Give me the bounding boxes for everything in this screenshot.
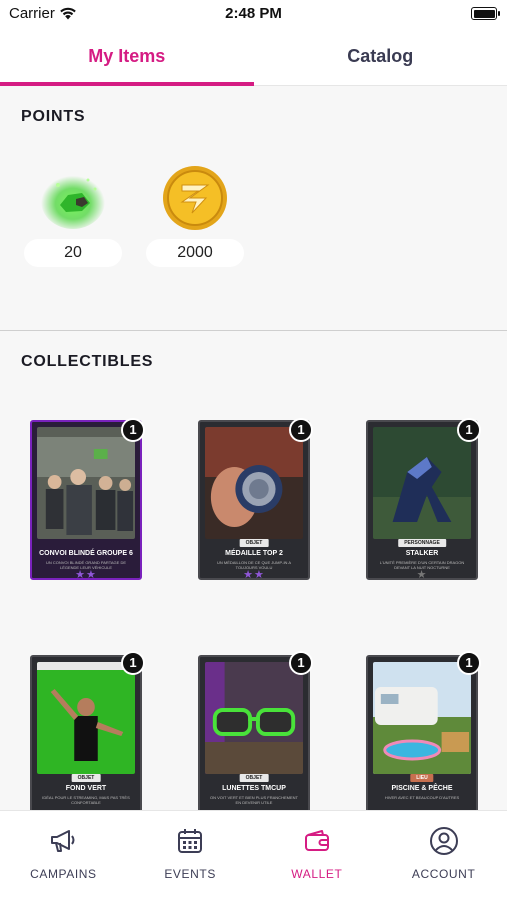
bottom-navigation: CAMPAINS EVENTS WALLET ACCOUNT [0, 810, 507, 900]
battery-icon [471, 7, 500, 20]
quantity-badge: 1 [289, 418, 313, 442]
card-artwork [373, 427, 471, 539]
tab-my-items-label: My Items [88, 46, 166, 66]
card-name: STALKER [405, 550, 439, 557]
card-type-tag: OBJET [71, 774, 101, 782]
rarity-stars: ★ [416, 569, 428, 581]
wallet-icon [301, 825, 333, 857]
card-name: PISCINE & PÊCHE [391, 785, 453, 792]
quantity-badge: 1 [457, 418, 481, 442]
megaphone-icon [47, 825, 79, 857]
collectibles-heading: COLLECTIBLES [21, 353, 154, 370]
nav-events[interactable]: EVENTS [127, 811, 254, 900]
collectible-card[interactable]: CONVOI BLINDÉ GROUPE 6 UN CONVOI BLINDÉ … [30, 420, 142, 581]
nav-campains-label: CAMPAINS [30, 867, 97, 881]
card-name: LUNETTES TMCUP [222, 785, 286, 792]
collectible-card[interactable]: OBJET LUNETTES TMCUP ON VOIT VERT ET BIE… [198, 655, 310, 815]
card-description: HIVER AVEC ET BEAUCOUP D'AUTRES [384, 795, 460, 800]
status-bar: Carrier 2:48 PM [0, 0, 507, 28]
nav-wallet-label: WALLET [291, 867, 343, 881]
card-artwork [205, 662, 303, 774]
tab-catalog-label: Catalog [347, 46, 414, 66]
card-type-tag: PERSONNAGE [398, 539, 446, 547]
nav-wallet[interactable]: WALLET [254, 811, 381, 900]
card-type-tag: OBJET [239, 774, 269, 782]
card-description: ON VOIT VERT ET BIEN PLUS FRANCHEMENT EN… [210, 795, 298, 805]
card-type-tag: LIEU [410, 774, 434, 782]
nav-account-label: ACCOUNT [411, 867, 476, 881]
tab-catalog[interactable]: Catalog [254, 28, 507, 85]
points-item-green[interactable]: 20 [24, 165, 122, 267]
quantity-badge: 1 [457, 651, 481, 675]
top-tabs: My Items Catalog [0, 28, 507, 86]
account-icon [428, 825, 460, 857]
card-name: MÉDAILLE TOP 2 [225, 550, 283, 557]
nav-campains[interactable]: CAMPAINS [0, 811, 127, 900]
calendar-icon [174, 825, 206, 857]
card-artwork [37, 427, 135, 539]
quantity-badge: 1 [289, 651, 313, 675]
collectible-card[interactable]: PERSONNAGE STALKER L'UNITÉ PREMIÈRE D'UN… [366, 420, 478, 581]
points-heading: POINTS [21, 108, 86, 125]
nav-events-label: EVENTS [164, 867, 216, 881]
points-value-coin: 2000 [146, 239, 244, 267]
collectible-card[interactable]: OBJET MÉDAILLE TOP 2 UN MÉDAILLON DE CE … [198, 420, 310, 581]
card-name: FOND VERT [65, 785, 107, 792]
tab-my-items[interactable]: My Items [0, 28, 254, 86]
green-gem-icon [38, 165, 108, 231]
points-item-coin[interactable]: 2000 [146, 165, 244, 267]
card-artwork [205, 427, 303, 539]
rarity-stars: ★★ [75, 569, 97, 581]
collectible-card[interactable]: LIEU PISCINE & PÊCHE HIVER AVEC ET BEAUC… [366, 655, 478, 815]
section-divider [0, 330, 507, 331]
collectible-card[interactable]: OBJET FOND VERT IDÉAL POUR LE STREAMING,… [30, 655, 142, 815]
card-name: CONVOI BLINDÉ GROUPE 6 [39, 550, 133, 557]
nav-account[interactable]: ACCOUNT [380, 811, 507, 900]
quantity-badge: 1 [121, 651, 145, 675]
card-type-tag: OBJET [239, 539, 269, 547]
quantity-badge: 1 [121, 418, 145, 442]
card-description: IDÉAL POUR LE STREAMING, MAIS PAS TRÈS C… [42, 795, 130, 805]
rarity-stars: ★★ [243, 569, 265, 581]
card-artwork [373, 662, 471, 774]
gold-coin-icon [160, 165, 230, 231]
card-artwork [37, 662, 135, 774]
points-value-green: 20 [24, 239, 122, 267]
status-time: 2:48 PM [225, 5, 282, 22]
